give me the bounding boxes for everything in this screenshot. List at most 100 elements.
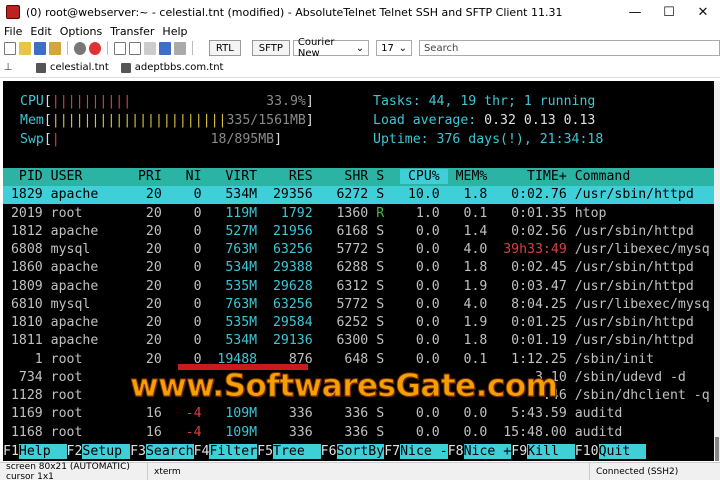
folder-icon[interactable] [49,41,62,55]
fkey-number: F8 [447,444,464,459]
cell-state: S [376,223,401,239]
cell-pid: 1810 [3,315,51,330]
menu-file[interactable]: File [4,25,22,38]
fkey-quit[interactable]: Quit [598,444,647,459]
close-button[interactable]: ✕ [686,0,720,24]
menu-edit[interactable]: Edit [30,25,51,38]
process-header[interactable]: PID USER PRI NI VIRT RES SHR S CPU% MEM%… [3,168,714,186]
fkey-tree[interactable]: Tree [273,444,321,459]
cell-res: 29388 [265,260,321,276]
disconnect-icon[interactable] [88,41,101,55]
terminal-type: xterm [148,462,590,480]
col-pid-header: PID [3,169,51,184]
cell-mem: 1.8 [447,187,496,203]
cell-pri: 20 [130,296,170,312]
menu-help[interactable]: Help [162,25,187,38]
cell-shr: 6312 [320,278,377,294]
size-select[interactable]: 17 ⌄ [376,40,412,56]
menu-transfer[interactable]: Transfer [110,25,154,38]
open-folder-icon[interactable] [19,41,32,55]
pin-icon[interactable]: ⊥ [0,62,16,73]
fkey-nice[interactable]: Nice + [463,444,512,459]
col-time-header: TIME+ [495,169,575,184]
load-5: 0.13 [523,113,556,128]
terminal-screen[interactable]: CPU[|||||||||| 33.9%] Mem[||||||||||||||… [3,81,714,461]
cell-user: apache [50,278,131,294]
process-row[interactable]: 6808 mysql 20 0 763M 63256 5772 S 0.0 4.… [3,241,710,259]
cell-user: apache [50,333,131,349]
save-icon[interactable] [34,41,47,55]
menu-options[interactable]: Options [60,25,102,38]
app-icon [6,5,20,19]
copy-icon[interactable] [113,41,126,55]
fkey-filter[interactable]: Filter [209,444,258,459]
cell-shr: 5772 [320,296,377,312]
cell-command: /sbin/dhclient -q [574,388,710,403]
cell-user: apache [50,223,131,239]
process-row[interactable]: 6810 mysql 20 0 763M 63256 5772 S 0.0 4.… [3,296,710,314]
fkey-help[interactable]: Help [18,444,67,459]
cell-virt: 534M [209,333,266,349]
process-row[interactable]: 2019 root 20 0 119M 1792 1360 R 1.0 0.1 … [3,205,607,223]
cell-res: 336 [265,424,321,440]
terminal-scrollbar[interactable] [714,81,720,461]
fkey-sortby[interactable]: SortBy [336,444,385,459]
font-select[interactable]: Courier New ⌄ [292,37,370,59]
cell-ni: 0 [169,223,210,239]
fkey-number: F4 [193,444,210,459]
minimize-button[interactable]: — [618,0,652,24]
col-cpu-header: CPU% [400,169,448,184]
cell-virt: 527M [209,223,266,239]
fkey-setup[interactable]: Setup [82,444,131,459]
cell-time: 0:02.45 [495,260,575,276]
tab-adeptbbs[interactable]: adeptbbs.com.tnt [115,59,230,77]
cell-user: mysql [50,242,131,257]
cell-pid: 734 [3,369,51,385]
process-row[interactable]: 1168 root 16 -4 109M 336 336 S 0.0 0.0 1… [3,424,622,442]
cell-command: htop [574,205,607,221]
process-row[interactable]: 1860 apache 20 0 534M 29388 6288 S 0.0 1… [3,259,694,277]
maximize-button[interactable]: ☐ [652,0,686,24]
paste-icon[interactable] [128,41,142,55]
col-virt-header: VIRT [209,169,266,184]
sftp-button[interactable]: SFTP [251,40,290,56]
connect-icon[interactable] [73,41,86,55]
fkey-search[interactable]: Search [145,444,194,459]
cell-shr: 6252 [320,315,377,330]
process-row[interactable]: 1169 root 16 -4 109M 336 336 S 0.0 0.0 5… [3,405,622,423]
cell-time: 5:43.59 [495,406,575,422]
align-icon[interactable] [159,41,171,55]
print-icon[interactable] [144,41,157,55]
rtl-button[interactable]: RTL [208,40,241,56]
cell-time: 8:04.25 [495,296,575,312]
cell-virt: 763M [209,296,266,312]
function-key-bar: F1Help F2Setup F3SearchF4FilterF5Tree F6… [3,443,647,461]
meter-value: 33.9% [266,94,306,109]
cell-ni: 0 [169,187,210,203]
process-row[interactable]: 1811 apache 20 0 534M 29136 6300 S 0.0 1… [3,332,694,350]
toolbar-divider [191,41,193,55]
list-icon[interactable] [174,41,186,55]
fkey-kill[interactable]: Kill [527,444,575,459]
search-input[interactable]: Search [418,40,720,56]
process-row[interactable]: 1 root 20 0 19488 876 648 S 0.0 0.1 1:12… [3,351,654,369]
process-row[interactable]: 1829 apache 20 0 534M 29356 6272 S 10.0 … [3,186,714,205]
cell-res: 29356 [265,187,321,203]
tab-celestial[interactable]: celestial.tnt [30,59,115,77]
scrollbar-thumb[interactable] [715,437,719,461]
cell-virt: 534M [209,260,266,276]
fkey-number: F10 [574,444,599,459]
cell-command: /usr/sbin/httpd [574,333,694,349]
process-row[interactable]: 1809 apache 20 0 535M 29628 6312 S 0.0 1… [3,278,694,296]
cell-cpu: 0.0 [400,223,448,239]
cell-ni: -4 [169,406,210,422]
process-row[interactable]: 1812 apache 20 0 527M 21956 6168 S 0.0 1… [3,223,694,241]
cell-command: /sbin/udevd -d [574,369,686,385]
cell-shr: 336 [320,424,377,440]
cell-pri: 20 [130,187,170,203]
fkey-nice[interactable]: Nice - [400,444,448,459]
col-pri-header: PRI [130,169,170,184]
new-file-icon[interactable] [4,41,17,55]
session-icon [36,62,46,73]
process-row[interactable]: 1810 apache 20 0 535M 29584 6252 S 0.0 1… [3,314,694,332]
